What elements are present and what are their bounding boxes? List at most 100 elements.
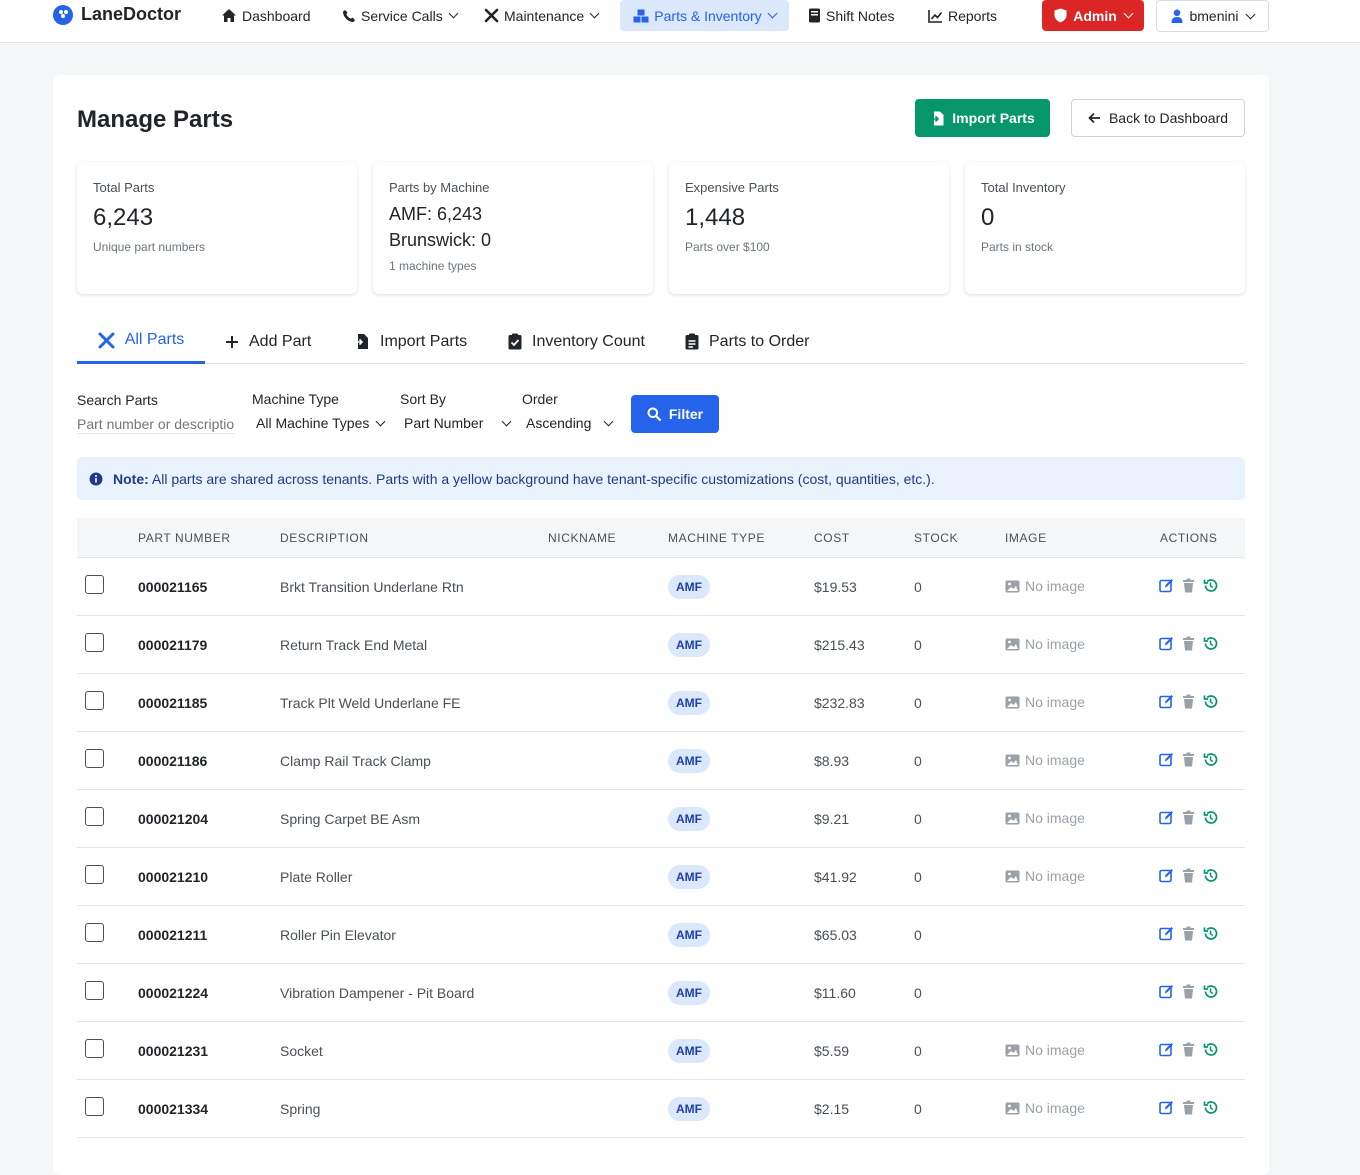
nav-shift-notes[interactable]: Shift Notes [802,0,900,31]
edit-icon[interactable] [1159,926,1174,941]
history-icon[interactable] [1203,984,1218,999]
stock-cell: 0 [914,1043,922,1059]
col-machine-type[interactable]: MACHINE TYPE [668,531,765,545]
part-number-cell[interactable]: 000021231 [138,1043,208,1059]
nav-maintenance[interactable]: Maintenance [478,0,604,31]
image-icon [1005,1044,1020,1056]
history-icon[interactable] [1203,810,1218,825]
edit-icon[interactable] [1159,578,1174,593]
machine-type-select[interactable]: All Machine Types [256,413,386,433]
history-icon[interactable] [1203,868,1218,883]
history-icon[interactable] [1203,636,1218,651]
stock-cell: 0 [914,985,922,1001]
nav-service-calls[interactable]: Service Calls [336,0,463,31]
row-select-checkbox[interactable] [85,807,104,826]
col-nickname[interactable]: NICKNAME [548,531,616,545]
brand-name: LaneDoctor [81,4,182,24]
part-number-cell[interactable]: 000021224 [138,985,208,1001]
row-select-checkbox[interactable] [85,691,104,710]
col-cost[interactable]: COST [814,531,850,545]
trash-icon[interactable] [1181,752,1196,767]
tab-all-parts[interactable]: All Parts [77,319,205,364]
trash-icon[interactable] [1181,694,1196,709]
part-number-cell[interactable]: 000021204 [138,811,208,827]
row-select-checkbox[interactable] [85,865,104,884]
sort-by-label: Sort By [400,391,446,407]
trash-icon[interactable] [1181,1100,1196,1115]
edit-icon[interactable] [1159,636,1174,651]
nav-reports[interactable]: Reports [922,0,1003,31]
row-select-checkbox[interactable] [85,633,104,652]
row-select-checkbox[interactable] [85,981,104,1000]
row-actions [1159,636,1218,651]
no-image-placeholder: No image [1005,1042,1085,1058]
order-select[interactable]: Ascending [526,413,614,433]
clipboard-check-icon [508,333,522,350]
description-cell: Vibration Dampener - Pit Board [280,985,475,1001]
image-icon [1005,754,1020,766]
top-navbar: LaneDoctor Dashboard Service Calls Maint… [0,0,1360,43]
trash-icon[interactable] [1181,578,1196,593]
history-icon[interactable] [1203,694,1218,709]
tab-add-part[interactable]: Add Part [225,319,311,364]
part-number-cell[interactable]: 000021211 [138,927,207,943]
part-number-cell[interactable]: 000021334 [138,1101,208,1117]
row-select-checkbox[interactable] [85,1039,104,1058]
sort-by-select[interactable]: Part Number [404,413,512,433]
row-actions [1159,694,1218,709]
edit-icon[interactable] [1159,1100,1174,1115]
tab-import-parts[interactable]: Import Parts [353,319,467,364]
table-row: 000021210 Plate Roller AMF $41.92 0 No image [77,848,1245,906]
edit-icon[interactable] [1159,984,1174,999]
edit-icon[interactable] [1159,810,1174,825]
admin-menu-button[interactable]: Admin [1042,0,1144,31]
part-number-cell[interactable]: 000021186 [138,753,207,769]
col-description[interactable]: DESCRIPTION [280,531,369,545]
no-image-placeholder: No image [1005,578,1085,594]
part-number-cell[interactable]: 000021165 [138,579,207,595]
part-number-cell[interactable]: 000021185 [138,695,207,711]
search-input[interactable] [77,414,235,434]
col-part-number[interactable]: PART NUMBER [138,531,231,545]
trash-icon[interactable] [1181,1042,1196,1057]
row-select-checkbox[interactable] [85,923,104,942]
history-icon[interactable] [1203,926,1218,941]
row-select-checkbox[interactable] [85,1097,104,1116]
tools-icon [484,8,499,23]
info-note: Note: All parts are shared across tenant… [77,457,1245,500]
history-icon[interactable] [1203,752,1218,767]
trash-icon[interactable] [1181,926,1196,941]
trash-icon[interactable] [1181,810,1196,825]
part-number-cell[interactable]: 000021210 [138,869,208,885]
edit-icon[interactable] [1159,1042,1174,1057]
col-stock[interactable]: STOCK [914,531,958,545]
edit-icon[interactable] [1159,694,1174,709]
history-icon[interactable] [1203,1042,1218,1057]
tools-icon [98,332,115,348]
trash-icon[interactable] [1181,868,1196,883]
no-image-placeholder: No image [1005,810,1085,826]
user-menu-button[interactable]: bmenini [1156,0,1269,32]
row-select-checkbox[interactable] [85,749,104,768]
edit-icon[interactable] [1159,868,1174,883]
nav-parts-inventory[interactable]: Parts & Inventory [620,0,789,31]
trash-icon[interactable] [1181,636,1196,651]
cost-cell: $65.03 [814,927,857,943]
row-select-checkbox[interactable] [85,575,104,594]
cost-cell: $232.83 [814,695,865,711]
part-number-cell[interactable]: 000021179 [138,637,207,653]
tab-parts-to-order[interactable]: Parts to Order [685,319,809,364]
back-to-dashboard-button[interactable]: Back to Dashboard [1071,99,1245,137]
bowling-ball-icon [53,4,73,25]
chevron-down-icon [589,8,600,19]
edit-icon[interactable] [1159,752,1174,767]
tab-inventory-count[interactable]: Inventory Count [508,319,645,364]
history-icon[interactable] [1203,578,1218,593]
trash-icon[interactable] [1181,984,1196,999]
filter-button[interactable]: Filter [631,395,719,433]
nav-dashboard[interactable]: Dashboard [215,0,317,31]
brand[interactable]: LaneDoctor [53,4,181,25]
history-icon[interactable] [1203,1100,1218,1115]
import-parts-button[interactable]: Import Parts [915,99,1050,137]
order-label: Order [522,391,558,407]
